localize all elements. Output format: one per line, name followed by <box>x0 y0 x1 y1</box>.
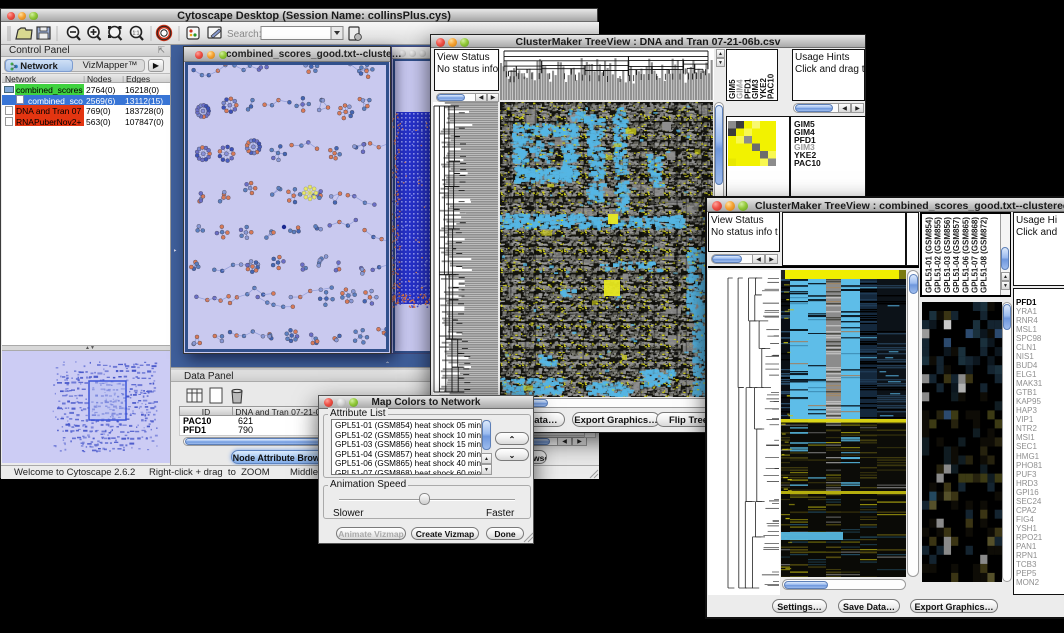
svg-text:GPL51-01 (GSM854): GPL51-01 (GSM854) <box>925 217 934 293</box>
svg-text:GPL51-08 (GSM872): GPL51-08 (GSM872) <box>980 217 989 293</box>
svg-text:Search:: Search: <box>227 29 261 40</box>
svg-text:GPL51-03 (GSM856): GPL51-03 (GSM856) <box>943 217 952 293</box>
svg-text:GPL51-07 (GSM868): GPL51-07 (GSM868) <box>971 217 980 293</box>
svg-text:GPL51-04 (GSM857): GPL51-04 (GSM857) <box>952 217 961 293</box>
svg-text:PAC10: PAC10 <box>767 73 776 99</box>
svg-text:1:1: 1:1 <box>133 31 140 37</box>
svg-text:GPL51-06 (GSM865): GPL51-06 (GSM865) <box>961 217 970 293</box>
svg-text:GPL51-02 (GSM855): GPL51-02 (GSM855) <box>934 217 943 293</box>
